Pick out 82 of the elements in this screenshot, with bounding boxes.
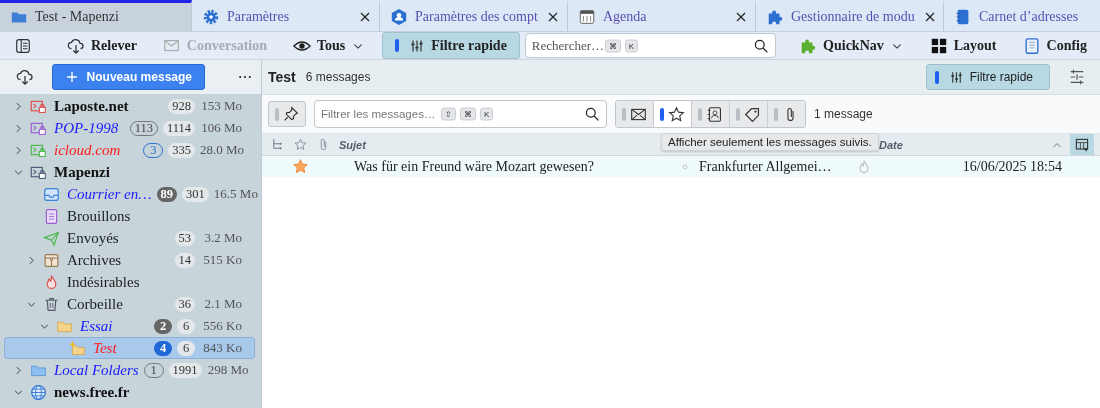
folder-item[interactable]: Corbeille 36 2.1 Mo [4,293,255,315]
folder-name: Brouillons [67,207,132,225]
folder-title: Test [268,69,296,85]
folder-item[interactable]: icloud.com 3 335 28.0 Mo [4,139,255,161]
message-count: 6 [177,318,195,334]
folder-item[interactable]: POP-1998 113 1114 106 Mo [4,117,255,139]
tab-label: Test - Mapenzi [35,9,120,25]
folder-item[interactable]: Archives 14 515 Ko [4,249,255,271]
toolbar-button[interactable]: Relever [54,32,150,59]
menu-button[interactable]: QuickNav [786,32,917,59]
tab-label: Paramètres des compt [415,9,538,25]
folder-name: Laposte.net [54,97,130,115]
message-count: 335 [168,142,195,158]
tooltip: Afficher seulement les messages suivis. [661,133,879,151]
new-message-button[interactable]: Nouveau message [51,64,205,90]
message-row[interactable]: Was für ein Freund wäre Mozart gewesen? Frankfurter Allgemei… 16/06/2025 18:54 [262,156,1100,177]
unread-count: 2 [154,318,172,334]
message-count: 1114 [162,120,195,136]
message-count: 6 messages [305,70,371,84]
folder-size: 3.2 Mo [203,230,242,246]
folder-name: Corbeille [67,295,124,313]
folder-name: Test [93,339,118,357]
quick-filter-button[interactable]: Filtre rapide [925,64,1050,90]
folder-size: 106 Mo [200,120,242,136]
folder-size: 2.1 Mo [203,296,242,312]
folder-item[interactable]: Laposte.net 928 153 Mo [4,95,255,117]
folder-name: Mapenzi [54,163,111,181]
toggle-button[interactable]: Filtre rapide [382,32,520,59]
tab[interactable]: Carnet d’adresses [944,0,1100,31]
tab-label: Agenda [603,9,648,25]
unread-count: 4 [154,340,172,356]
toolbar-button[interactable]: Config [1009,32,1100,59]
folder-size: 153 Mo [200,98,242,114]
folder-item[interactable]: Test 4 6 843 Ko [4,337,255,359]
result-count: 1 message [814,107,873,121]
key-hint: ⌘ [460,107,476,121]
tab[interactable]: Test - Mapenzi [0,0,192,31]
tab[interactable]: Paramètres des compt [380,0,568,31]
folder-name: Local Folders [54,361,139,379]
message-subject: Was für ein Freund wäre Mozart gewesen? [353,158,595,175]
folder-name: Indésirables [67,273,141,291]
toolbar-button[interactable]: Layout [916,32,1010,59]
message-date: 16/06/2025 18:54 [961,158,1062,175]
folder-name: Archives [67,251,123,269]
folder-item[interactable]: Local Folders 1 1991 298 Mo [4,359,255,381]
folder-name: news.free.fr [54,383,131,401]
folder-size: 16.5 Mo [213,186,256,202]
folder-name: icloud.com [54,141,122,159]
folder-name: Envoyés [67,229,120,247]
message-count: 301 [182,186,209,202]
column-header[interactable]: Date [879,138,1050,151]
tab-label: Paramètres [227,9,291,25]
message-count: 928 [168,98,195,114]
message-count: 36 [174,296,195,312]
folder-name: Essai [80,317,114,335]
folder-item[interactable]: news.free.fr [4,381,255,403]
message-count: 14 [174,252,195,268]
message-count: 53 [174,230,195,246]
tab[interactable]: Agenda [568,0,756,31]
tab-label: Gestionnaire de modu [791,9,915,25]
folder-item[interactable]: Essai 2 6 556 Ko [4,315,255,337]
message-count: 6 [177,340,195,356]
tab-label: Carnet d’adresses [979,9,1080,25]
folder-name: Courrier en… [67,185,152,203]
folder-item[interactable]: Mapenzi [4,161,255,183]
folder-size: 843 Ko [202,340,242,356]
menu-button[interactable]: Tous [280,32,379,59]
folder-item[interactable]: Envoyés 53 3.2 Mo [4,227,255,249]
key-hint: K [480,107,494,121]
unread-count: 89 [156,186,178,202]
tab[interactable]: Gestionnaire de modu [756,0,944,31]
tab[interactable]: Paramètres [192,0,380,31]
folder-item[interactable]: Indésirables [4,271,255,293]
message-count: 1991 [168,362,202,378]
folder-size: 28.0 Mo [200,142,242,158]
folder-size: 556 Ko [202,318,242,334]
folder-name: POP-1998 [54,119,120,137]
folder-size: 515 Ko [202,252,242,268]
message-correspondent: Frankfurter Allgemei… [699,158,833,175]
folder-item[interactable]: Brouillons [4,205,255,227]
folder-size: 298 Mo [206,362,249,378]
key-hint: ⇧ [441,107,456,121]
